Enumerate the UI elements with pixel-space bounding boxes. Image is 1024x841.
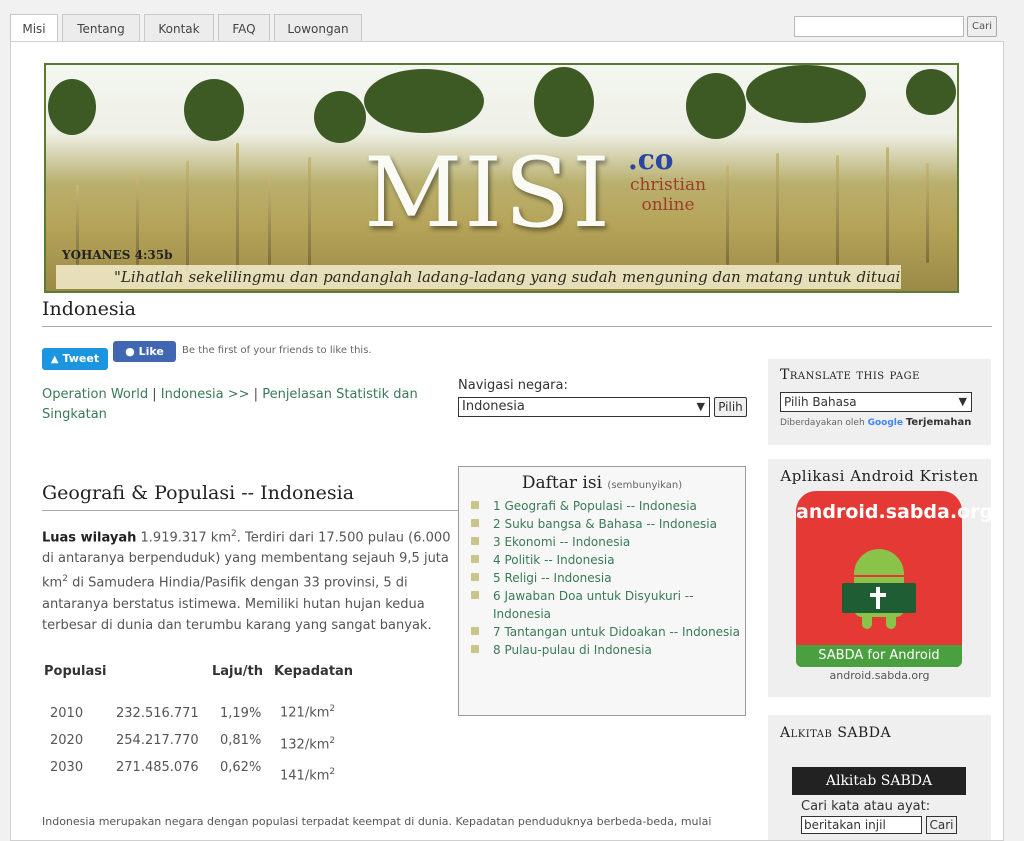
- badge-text: android.sabda.org: [796, 501, 994, 523]
- table-cell: 0,81%: [220, 733, 262, 748]
- misi-logo-co: .co: [628, 143, 674, 176]
- like-count-text: Be the first of your friends to like thi…: [182, 345, 372, 356]
- tweet-button[interactable]: ▲ Tweet: [42, 348, 108, 370]
- verse-search-label: Cari kata atau ayat:: [801, 799, 931, 814]
- table-cell: 2030: [50, 760, 84, 775]
- tab-kontak[interactable]: Kontak: [144, 14, 214, 42]
- site-search-button[interactable]: Cari: [967, 16, 997, 37]
- table-header: Kepadatan: [274, 664, 354, 679]
- toc-item[interactable]: 4 Politik -- Indonesia: [471, 551, 745, 569]
- chevron-down-icon: ▼: [696, 400, 705, 413]
- android-app-box: Aplikasi Android Kristen android.sabda.o…: [768, 459, 994, 697]
- table-cell: 132/km2: [280, 736, 336, 753]
- alkitab-title: Alkitab SABDA: [780, 725, 892, 741]
- breadcrumb-indonesia[interactable]: Indonesia >>: [161, 387, 250, 402]
- toc-title: Daftar isi: [521, 473, 603, 493]
- banner-verse-ref: YOHANES 4:35b: [62, 248, 173, 262]
- country-nav-label: Navigasi negara:: [458, 378, 568, 393]
- toc-item[interactable]: 5 Religi -- Indonesia: [471, 569, 745, 587]
- header-banner: MISI .co christian online YOHANES 4:35b …: [44, 63, 959, 293]
- section-title: Geografi & Populasi -- Indonesia: [42, 482, 458, 511]
- translate-box: Translate this page Pilih Bahasa ▼ Diber…: [768, 359, 991, 445]
- android-url[interactable]: android.sabda.org: [768, 669, 991, 682]
- android-box-title: Aplikasi Android Kristen: [780, 467, 979, 485]
- table-cell: 271.485.076: [116, 760, 199, 775]
- table-header: Laju/th: [212, 664, 263, 679]
- banner-quote: "Lihatlah sekelilingmu dan pandanglah la…: [56, 265, 901, 289]
- verse-search-input[interactable]: beritakan injil: [801, 816, 922, 834]
- toc-item[interactable]: 8 Pulau-pulau di Indonesia: [471, 641, 745, 659]
- page-title: Indonesia: [42, 298, 992, 327]
- table-cell: 1,19%: [220, 706, 262, 721]
- language-select[interactable]: Pilih Bahasa ▼: [780, 392, 972, 412]
- tab-faq[interactable]: FAQ: [218, 14, 270, 42]
- table-cell: 254.217.770: [116, 733, 199, 748]
- translate-title: Translate this page: [780, 367, 920, 383]
- powered-by-google: Diberdayakan oleh Google Terjemahan: [780, 417, 972, 428]
- android-sabda-badge[interactable]: android.sabda.org SABDA for Android: [796, 491, 994, 667]
- misi-logo-subtitle: christian online: [629, 175, 707, 215]
- tab-lowongan[interactable]: Lowongan: [274, 14, 362, 42]
- table-cell: 2020: [50, 733, 84, 748]
- toc-hide-toggle[interactable]: (sembunyikan): [607, 480, 682, 491]
- country-select-button[interactable]: Pilih: [714, 397, 747, 417]
- table-cell: 141/km2: [280, 767, 336, 784]
- top-tab-bar: Misi Tentang Kontak FAQ Lowongan Cari: [0, 0, 1024, 42]
- tab-misi[interactable]: Misi: [10, 14, 58, 42]
- table-cell: 121/km2: [280, 704, 336, 721]
- android-robot-icon: [842, 549, 916, 629]
- tab-tentang[interactable]: Tentang: [62, 14, 140, 42]
- misi-logo-text: MISI: [364, 137, 612, 249]
- toc-item[interactable]: 1 Geografi & Populasi -- Indonesia: [471, 497, 745, 515]
- breadcrumb-operation-world[interactable]: Operation World: [42, 387, 148, 402]
- table-cell: 232.516.771: [116, 706, 199, 721]
- google-logo: Google: [867, 418, 903, 428]
- facebook-like-button[interactable]: ● Like: [113, 341, 176, 362]
- intro-text: Indonesia merupakan negara dengan popula…: [42, 815, 712, 828]
- table-cell: 0,62%: [220, 760, 262, 775]
- site-search-input[interactable]: [794, 16, 964, 37]
- chevron-down-icon: ▼: [958, 395, 967, 408]
- verse-search-button[interactable]: Cari: [926, 816, 957, 834]
- table-of-contents: Daftar isi (sembunyikan) 1 Geografi & Po…: [458, 466, 746, 716]
- toc-item[interactable]: 3 Ekonomi -- Indonesia: [471, 533, 745, 551]
- alkitab-logo: Alkitab SABDA: [792, 767, 966, 795]
- android-badge-footer: SABDA for Android: [796, 645, 962, 667]
- breadcrumb: Operation World | Indonesia >> | Penjela…: [42, 387, 418, 422]
- bird-icon: ▲: [50, 354, 59, 365]
- table-cell: 2010: [50, 706, 84, 721]
- area-paragraph: Luas wilayah 1.919.317 km2. Terdiri dari…: [42, 529, 451, 633]
- thumbs-up-icon: ●: [125, 345, 135, 358]
- alkitab-box: Alkitab SABDA Alkitab SABDA Cari kata at…: [768, 715, 991, 840]
- toc-item[interactable]: 6 Jawaban Doa untuk Disyukuri -- Indones…: [471, 587, 745, 623]
- country-select[interactable]: Indonesia ▼: [458, 397, 710, 417]
- table-header: Populasi: [44, 664, 107, 679]
- toc-item[interactable]: 2 Suku bangsa & Bahasa -- Indonesia: [471, 515, 745, 533]
- toc-item[interactable]: 7 Tantangan untuk Didoakan -- Indonesia: [471, 623, 745, 641]
